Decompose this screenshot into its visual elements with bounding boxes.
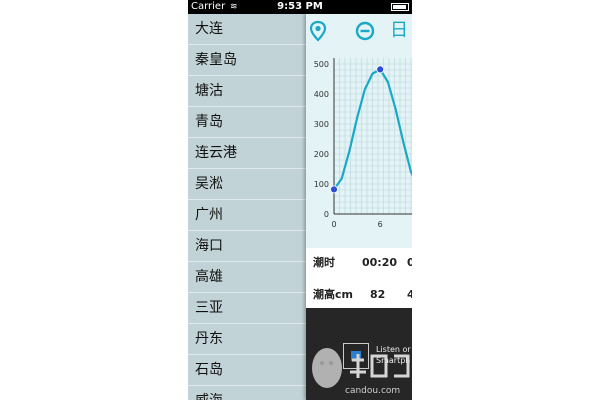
city-item[interactable]: 广州 (188, 200, 306, 231)
date-button[interactable]: 日 (390, 20, 412, 42)
tide-time-row: 潮时 00:20 0 (306, 248, 412, 278)
city-item[interactable]: 石岛 (188, 355, 306, 386)
tide-height-label: 潮高cm (313, 288, 353, 301)
city-item[interactable]: 大连 (188, 14, 306, 45)
tide-extreme-point (376, 65, 385, 74)
location-pin-icon[interactable] (307, 20, 329, 42)
city-item[interactable]: 三亚 (188, 293, 306, 324)
tide-stats: 潮时 00:20 0 潮高cm 82 4 (306, 248, 412, 308)
tide-time-label: 潮时 (313, 256, 335, 269)
y-tick-label: 500 (314, 60, 329, 69)
x-tick-label: 0 (331, 220, 336, 229)
status-bar: Carrier ≋ 9:53 PM (188, 0, 412, 14)
tide-chart-area: 500 400 300 200 100 0 0 6 (306, 48, 412, 248)
y-tick-label: 400 (314, 90, 329, 99)
minus-circle-icon[interactable] (354, 20, 376, 42)
city-item[interactable]: 连云港 (188, 138, 306, 169)
city-list: 大连 秦皇岛 塘沽 青岛 连云港 吴淞 广州 海口 高雄 三亚 丹东 石岛 威海 (188, 14, 306, 400)
tide-height-row: 潮高cm 82 4 (306, 280, 412, 310)
tide-chart: 500 400 300 200 100 00 6 (314, 58, 412, 229)
tide-extreme-point (330, 185, 338, 194)
y-tick-label: 100 (314, 180, 329, 189)
tide-height-next: 4 (407, 288, 412, 301)
city-item[interactable]: 吴淞 (188, 169, 306, 200)
y-tick-label: 300 (314, 120, 329, 129)
status-time: 9:53 PM (277, 1, 323, 12)
city-item[interactable]: 丹东 (188, 324, 306, 355)
tide-height-value: 82 (370, 288, 386, 301)
city-item[interactable]: 青岛 (188, 107, 306, 138)
city-item[interactable]: 海口 (188, 231, 306, 262)
tide-toolbar: 日 (306, 14, 412, 48)
watermark-text: candou.com (345, 386, 401, 396)
battery-icon (391, 3, 409, 11)
city-item[interactable]: 秦皇岛 (188, 45, 306, 76)
tide-time-next: 0 (407, 256, 412, 269)
city-item[interactable]: 塘沽 (188, 76, 306, 107)
tide-time-value: 00:20 (362, 256, 398, 269)
x-tick-label: 6 (378, 220, 383, 229)
city-item[interactable]: 威海 (188, 386, 306, 400)
city-item[interactable]: 高雄 (188, 262, 306, 293)
y-tick-label: 0 (324, 210, 329, 219)
y-tick-label: 200 (314, 150, 329, 159)
